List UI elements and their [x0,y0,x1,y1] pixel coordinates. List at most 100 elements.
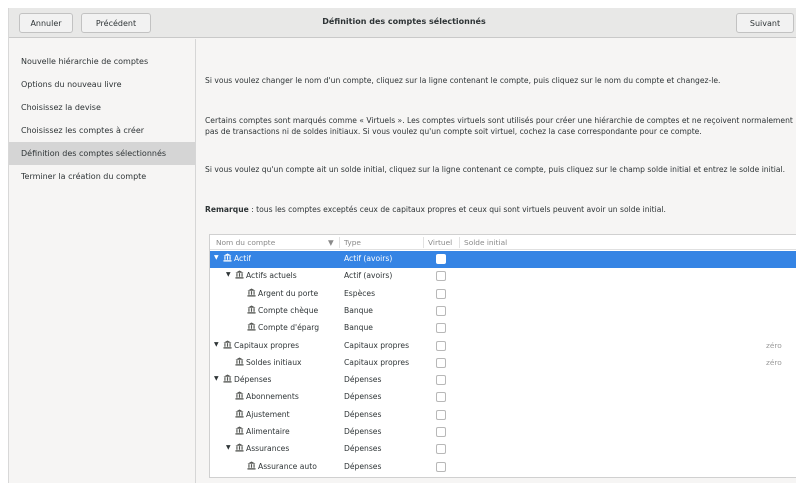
tree-row[interactable]: Argent du porte Espèces [210,286,796,303]
tree-header: Nom du compte ▼ Type Virtuel Solde initi… [210,235,796,250]
column-separator[interactable] [459,237,460,248]
expander-arrow-icon[interactable]: ▼ [226,444,231,451]
account-icon [247,305,256,314]
column-separator[interactable] [339,237,340,248]
virtual-checkbox[interactable] [436,409,446,420]
tree-row[interactable]: ▼ Actifs actuels Actif (avoirs) [210,268,796,285]
account-type: Dépenses [344,444,382,454]
tree-row[interactable]: ▼ Dépenses Dépenses [210,372,796,389]
assistant-window: Annuler Précédent Définition des comptes… [8,8,796,483]
accounts-tree[interactable]: Nom du compte ▼ Type Virtuel Solde initi… [209,234,796,478]
next-button[interactable]: Suivant [736,13,794,33]
account-icon [247,461,256,470]
account-type: Capitaux propres [344,357,410,367]
account-name[interactable]: Abonnements [246,392,299,401]
note-text: : tous les comptes exceptés ceux de capi… [248,205,666,214]
expander-arrow-icon[interactable]: ▼ [214,375,219,382]
main-content: Si vous voulez changer le nom d'un compt… [196,39,796,483]
account-icon [235,443,244,452]
expander-arrow-icon[interactable]: ▼ [214,254,219,261]
virtual-checkbox[interactable] [436,340,446,351]
account-type: Dépenses [344,461,382,471]
expander-arrow-icon[interactable]: ▼ [226,271,231,278]
account-icon [235,426,244,435]
sidebar-item-define-accounts[interactable]: Définition des comptes sélectionnés [9,142,195,165]
tree-row[interactable]: ▼ Capitaux propres Capitaux propres zéro [210,338,796,355]
opening-balance-value[interactable]: zéro [766,358,782,367]
account-icon [223,374,232,383]
virtual-checkbox[interactable] [436,288,446,299]
account-name[interactable]: Soldes initiaux [246,358,302,367]
sort-indicator-icon: ▼ [328,238,334,247]
expander-arrow-icon[interactable]: ▼ [214,341,219,348]
tree-row[interactable]: Compte chèque Banque [210,303,796,320]
virtual-checkbox[interactable] [436,461,446,472]
account-name[interactable]: Argent du porte [258,289,318,298]
virtual-checkbox[interactable] [436,375,446,386]
account-icon [223,339,232,349]
sidebar-item-new-hierarchy[interactable]: Nouvelle hiérarchie de comptes [9,49,195,73]
account-name[interactable]: Dépenses [234,375,271,384]
instruction-rename: Si vous voulez changer le nom d'un compt… [205,76,721,85]
tree-row[interactable]: ▼ Actif Actif (avoirs) [210,251,796,268]
instruction-virtual: Certains comptes sont marqués comme « Vi… [205,116,793,136]
virtual-checkbox[interactable] [436,305,446,316]
account-name[interactable]: Capitaux propres [234,341,299,350]
account-icon [235,270,244,279]
column-header-name[interactable]: Nom du compte [216,238,275,247]
account-type: Espèces [344,288,376,298]
account-type: Dépenses [344,409,382,419]
column-header-virtual[interactable]: Virtuel [428,238,452,247]
previous-button[interactable]: Précédent [81,13,151,33]
tree-row[interactable]: Soldes initiaux Capitaux propres zéro [210,355,796,372]
note-label: Remarque [205,205,249,214]
account-type: Banque [344,323,373,333]
account-name[interactable]: Actif [234,254,251,263]
account-type: Dépenses [344,392,382,402]
account-type: Capitaux propres [344,340,410,350]
virtual-checkbox[interactable] [436,444,446,455]
account-type: Dépenses [344,427,382,436]
tree-row[interactable]: Ajustement Dépenses [210,407,796,424]
tree-row[interactable]: Alimentaire Dépenses [210,424,796,441]
cancel-button[interactable]: Annuler [19,13,73,33]
account-icon [235,409,244,418]
column-header-opening-balance[interactable]: Solde initial [464,238,507,247]
header-bar: Annuler Précédent Définition des comptes… [9,8,796,38]
virtual-checkbox[interactable] [436,357,446,368]
sidebar-item-book-options[interactable]: Options du nouveau livre [9,73,195,96]
account-name[interactable]: Assurances [246,444,289,453]
virtual-checkbox[interactable] [436,323,446,334]
tree-row[interactable]: Assurance auto Dépenses [210,459,796,476]
opening-balance-value[interactable]: zéro [766,341,782,350]
account-icon [247,322,256,331]
instruction-opening-balance: Si vous voulez qu'un compte ait un solde… [205,165,785,174]
account-name[interactable]: Actifs actuels [246,271,297,280]
account-name[interactable]: Ajustement [246,410,290,419]
account-icon [235,357,244,366]
account-icon [235,391,244,400]
tree-row[interactable]: Compte d'éparg Banque [210,320,796,337]
account-name[interactable]: Compte chèque [258,306,318,315]
account-type: Actif (avoirs) [344,271,393,281]
column-header-type[interactable]: Type [344,238,361,247]
account-name[interactable]: Alimentaire [246,427,290,436]
account-icon [223,253,232,262]
sidebar: Nouvelle hiérarchie de comptes Options d… [9,39,196,483]
virtual-checkbox[interactable] [436,392,446,403]
account-type: Dépenses [344,375,382,385]
virtual-checkbox[interactable] [436,254,446,264]
sidebar-item-finish[interactable]: Terminer la création du compte [9,165,195,188]
account-name[interactable]: Assurance auto [258,462,317,471]
tree-row[interactable]: ▼ Assurances Dépenses [210,441,796,458]
account-name[interactable]: Compte d'éparg [258,323,319,332]
account-type: Actif (avoirs) [344,254,393,263]
column-separator[interactable] [423,237,424,248]
virtual-checkbox[interactable] [436,427,446,437]
sidebar-item-choose-accounts[interactable]: Choisissez les comptes à créer [9,119,195,142]
tree-row[interactable]: Abonnements Dépenses [210,389,796,406]
virtual-checkbox[interactable] [436,271,446,282]
account-type: Banque [344,305,373,315]
note: Remarque : tous les comptes exceptés ceu… [205,204,796,215]
sidebar-item-currency[interactable]: Choisissez la devise [9,96,195,119]
